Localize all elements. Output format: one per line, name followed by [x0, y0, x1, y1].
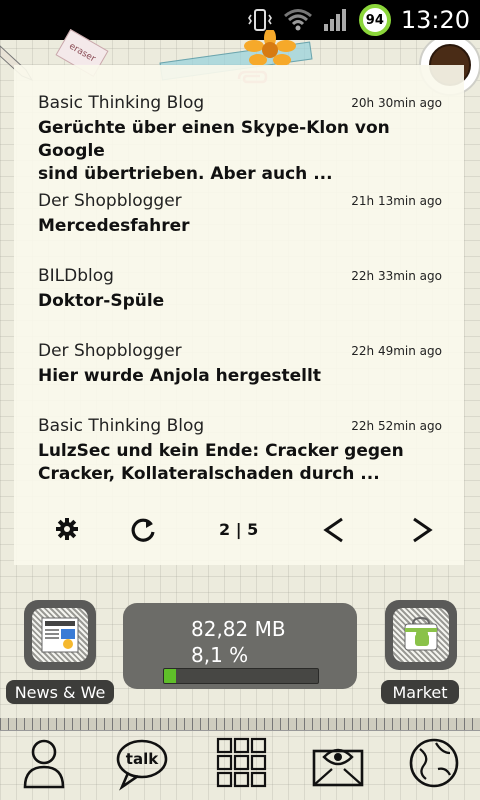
- globe-icon: [406, 735, 462, 795]
- dock-item-browser[interactable]: [402, 734, 466, 796]
- feed-item-headline: LulzSec und kein Ende: Cracker gegen Cra…: [38, 440, 442, 486]
- envelope-eye-icon: [310, 735, 366, 795]
- chevron-left-icon[interactable]: [320, 516, 348, 544]
- dock-item-messaging[interactable]: talk: [110, 734, 174, 796]
- feed-item[interactable]: Der Shopblogger 22h 49min ago Hier wurde…: [38, 341, 442, 388]
- memory-progress-bar: [163, 668, 319, 684]
- dock-ruler: [0, 718, 480, 731]
- google-news-icon: [32, 608, 88, 662]
- person-icon: [19, 735, 69, 795]
- chevron-right-icon[interactable]: [408, 516, 436, 544]
- talk-bubble-icon: talk: [112, 735, 172, 795]
- news-feed-widget: Basic Thinking Blog 20h 30min ago Gerüch…: [14, 65, 464, 565]
- feed-item-headline: Doktor-Spüle: [38, 291, 165, 311]
- feed-item-headline-line: sind übertrieben. Aber auch ...: [38, 164, 333, 184]
- dock: talk: [0, 718, 480, 800]
- market-app-label[interactable]: Market: [381, 680, 459, 704]
- news-app-label[interactable]: News & We: [6, 680, 114, 704]
- feed-item[interactable]: Basic Thinking Blog 20h 30min ago Gerüch…: [38, 93, 442, 186]
- memory-amount: 82,82 MB: [191, 617, 286, 641]
- feed-item-headline-line: Gerüchte über einen Skype-Klon von Googl…: [38, 118, 390, 161]
- feed-item-headline: Hier wurde Anjola hergestellt: [38, 366, 321, 386]
- news-app-icon-tile[interactable]: [24, 600, 96, 670]
- feed-item[interactable]: Der Shopblogger 21h 13min ago Mercedesfa…: [38, 191, 442, 238]
- dock-item-contacts[interactable]: [12, 734, 76, 796]
- feed-item-headline: Gerüchte über einen Skype-Klon von Googl…: [38, 117, 442, 186]
- feed-item-headline-line: LulzSec und kein Ende: Cracker gegen: [38, 441, 404, 461]
- feed-item-time: 20h 30min ago: [351, 96, 442, 110]
- clock: 13:20: [400, 6, 470, 34]
- page-indicator: 2 | 5: [219, 520, 259, 539]
- talk-icon-text: talk: [126, 750, 159, 768]
- feed-item-time: 21h 13min ago: [351, 194, 442, 208]
- market-app-icon-tile[interactable]: [385, 600, 457, 670]
- memory-progress-fill: [164, 669, 177, 683]
- feed-item-headline-line: Cracker, Kollateralschaden durch ...: [38, 464, 380, 484]
- feed-item-time: 22h 49min ago: [351, 344, 442, 358]
- feed-item-time: 22h 52min ago: [351, 419, 442, 433]
- signal-icon: [323, 8, 349, 32]
- refresh-icon[interactable]: [129, 516, 157, 544]
- dock-item-email[interactable]: [306, 734, 370, 796]
- feed-item-headline: Mercedesfahrer: [38, 216, 190, 236]
- gear-icon[interactable]: [54, 516, 80, 542]
- eraser-text: eraser: [67, 41, 97, 65]
- grid-icon: [214, 735, 270, 795]
- feed-item[interactable]: BILDblog 22h 33min ago Doktor-Spüle: [38, 266, 442, 313]
- memory-percent: 8,1 %: [191, 643, 249, 667]
- feed-item[interactable]: Basic Thinking Blog 22h 52min ago LulzSe…: [38, 416, 442, 486]
- feed-item-time: 22h 33min ago: [351, 269, 442, 283]
- wifi-icon: [283, 8, 313, 32]
- android-market-icon: [393, 608, 449, 662]
- battery-indicator: 94: [358, 4, 391, 36]
- memory-widget[interactable]: 82,82 MB 8,1 %: [123, 603, 357, 689]
- battery-level: 94: [358, 4, 391, 36]
- dock-item-app-drawer[interactable]: [210, 734, 274, 796]
- feed-toolbar: 2 | 5: [14, 510, 464, 550]
